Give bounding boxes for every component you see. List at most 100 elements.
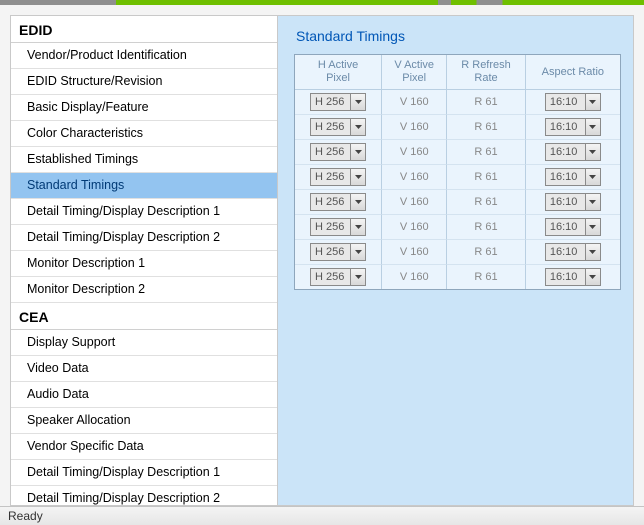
aspect-ratio-select-value: 16:10 [550,222,585,233]
content: EDIDVendor/Product IdentificationEDID St… [0,5,644,505]
aspect-ratio-select[interactable]: 16:10 [545,168,601,186]
chevron-down-icon [585,219,600,235]
cell-h-active: H 256 [295,190,382,215]
aspect-ratio-select[interactable]: 16:10 [545,143,601,161]
aspect-ratio-select[interactable]: 16:10 [545,268,601,286]
v-active-value: V 160 [400,196,429,208]
cell-refresh: R 61 [447,90,525,115]
app-window: EDIDVendor/Product IdentificationEDID St… [0,0,644,525]
h-active-select[interactable]: H 256 [310,143,366,161]
aspect-ratio-select[interactable]: 16:10 [545,218,601,236]
refresh-value: R 61 [474,246,497,258]
chevron-down-icon [585,119,600,135]
sidebar-item[interactable]: Vendor Specific Data [11,434,277,460]
chevron-down-icon [585,244,600,260]
cell-refresh: R 61 [447,140,525,165]
col-header-aspect: Aspect Ratio [526,55,620,90]
h-active-select[interactable]: H 256 [310,93,366,111]
table-row: H 256 V 160 R 61 16:10 [295,215,620,240]
chevron-down-icon [350,94,365,110]
sidebar-item[interactable]: Established Timings [11,147,277,173]
cell-aspect: 16:10 [526,265,620,289]
cell-aspect: 16:10 [526,90,620,115]
sidebar: EDIDVendor/Product IdentificationEDID St… [10,15,278,505]
cell-aspect: 16:10 [526,140,620,165]
sidebar-item[interactable]: Speaker Allocation [11,408,277,434]
cell-aspect: 16:10 [526,215,620,240]
cell-refresh: R 61 [447,215,525,240]
cell-h-active: H 256 [295,165,382,190]
chevron-down-icon [350,169,365,185]
sidebar-item[interactable]: Basic Display/Feature [11,95,277,121]
h-active-select[interactable]: H 256 [310,243,366,261]
chevron-down-icon [585,194,600,210]
cell-h-active: H 256 [295,240,382,265]
col-header-refresh: R RefreshRate [447,55,525,90]
v-active-value: V 160 [400,146,429,158]
table-row: H 256 V 160 R 61 16:10 [295,140,620,165]
cell-v-active: V 160 [382,265,447,289]
h-active-select[interactable]: H 256 [310,118,366,136]
sidebar-item[interactable]: Video Data [11,356,277,382]
aspect-ratio-select-value: 16:10 [550,147,585,158]
aspect-ratio-select[interactable]: 16:10 [545,243,601,261]
cell-refresh: R 61 [447,265,525,289]
sidebar-item[interactable]: Audio Data [11,382,277,408]
v-active-value: V 160 [400,271,429,283]
sidebar-item[interactable]: Detail Timing/Display Description 1 [11,460,277,486]
cell-aspect: 16:10 [526,165,620,190]
cell-v-active: V 160 [382,240,447,265]
sidebar-item[interactable]: Display Support [11,330,277,356]
refresh-value: R 61 [474,121,497,133]
refresh-value: R 61 [474,196,497,208]
cell-h-active: H 256 [295,140,382,165]
chevron-down-icon [350,269,365,285]
h-active-select-value: H 256 [315,172,350,183]
sidebar-item[interactable]: Monitor Description 1 [11,251,277,277]
col-header-v-active: V ActivePixel [382,55,447,90]
v-active-value: V 160 [400,171,429,183]
cell-refresh: R 61 [447,115,525,140]
aspect-ratio-select[interactable]: 16:10 [545,193,601,211]
cell-aspect: 16:10 [526,240,620,265]
v-active-value: V 160 [400,246,429,258]
sidebar-item[interactable]: Vendor/Product Identification [11,43,277,69]
sidebar-item[interactable]: Color Characteristics [11,121,277,147]
status-bar: Ready [0,506,644,525]
v-active-value: V 160 [400,96,429,108]
refresh-value: R 61 [474,171,497,183]
cell-h-active: H 256 [295,215,382,240]
cell-v-active: V 160 [382,215,447,240]
sidebar-item[interactable]: Standard Timings [11,173,277,199]
refresh-value: R 61 [474,221,497,233]
aspect-ratio-select[interactable]: 16:10 [545,93,601,111]
h-active-select[interactable]: H 256 [310,193,366,211]
h-active-select[interactable]: H 256 [310,168,366,186]
sidebar-item[interactable]: Detail Timing/Display Description 1 [11,199,277,225]
chevron-down-icon [350,119,365,135]
chevron-down-icon [585,94,600,110]
cell-h-active: H 256 [295,90,382,115]
table-row: H 256 V 160 R 61 16:10 [295,165,620,190]
sidebar-item[interactable]: EDID Structure/Revision [11,69,277,95]
cell-v-active: V 160 [382,190,447,215]
sidebar-item[interactable]: Detail Timing/Display Description 2 [11,486,277,505]
h-active-select[interactable]: H 256 [310,268,366,286]
aspect-ratio-select-value: 16:10 [550,247,585,258]
h-active-select-value: H 256 [315,247,350,258]
aspect-ratio-select[interactable]: 16:10 [545,118,601,136]
table-row: H 256 V 160 R 61 16:10 [295,190,620,215]
status-text: Ready [8,509,43,523]
refresh-value: R 61 [474,146,497,158]
chevron-down-icon [350,144,365,160]
chevron-down-icon [585,144,600,160]
sidebar-item[interactable]: Detail Timing/Display Description 2 [11,225,277,251]
aspect-ratio-select-value: 16:10 [550,97,585,108]
cell-v-active: V 160 [382,115,447,140]
sidebar-item[interactable]: Monitor Description 2 [11,277,277,303]
h-active-select-value: H 256 [315,197,350,208]
cell-aspect: 16:10 [526,190,620,215]
h-active-select[interactable]: H 256 [310,218,366,236]
aspect-ratio-select-value: 16:10 [550,172,585,183]
main-panel: Standard Timings H ActivePixel V ActiveP… [278,15,634,505]
